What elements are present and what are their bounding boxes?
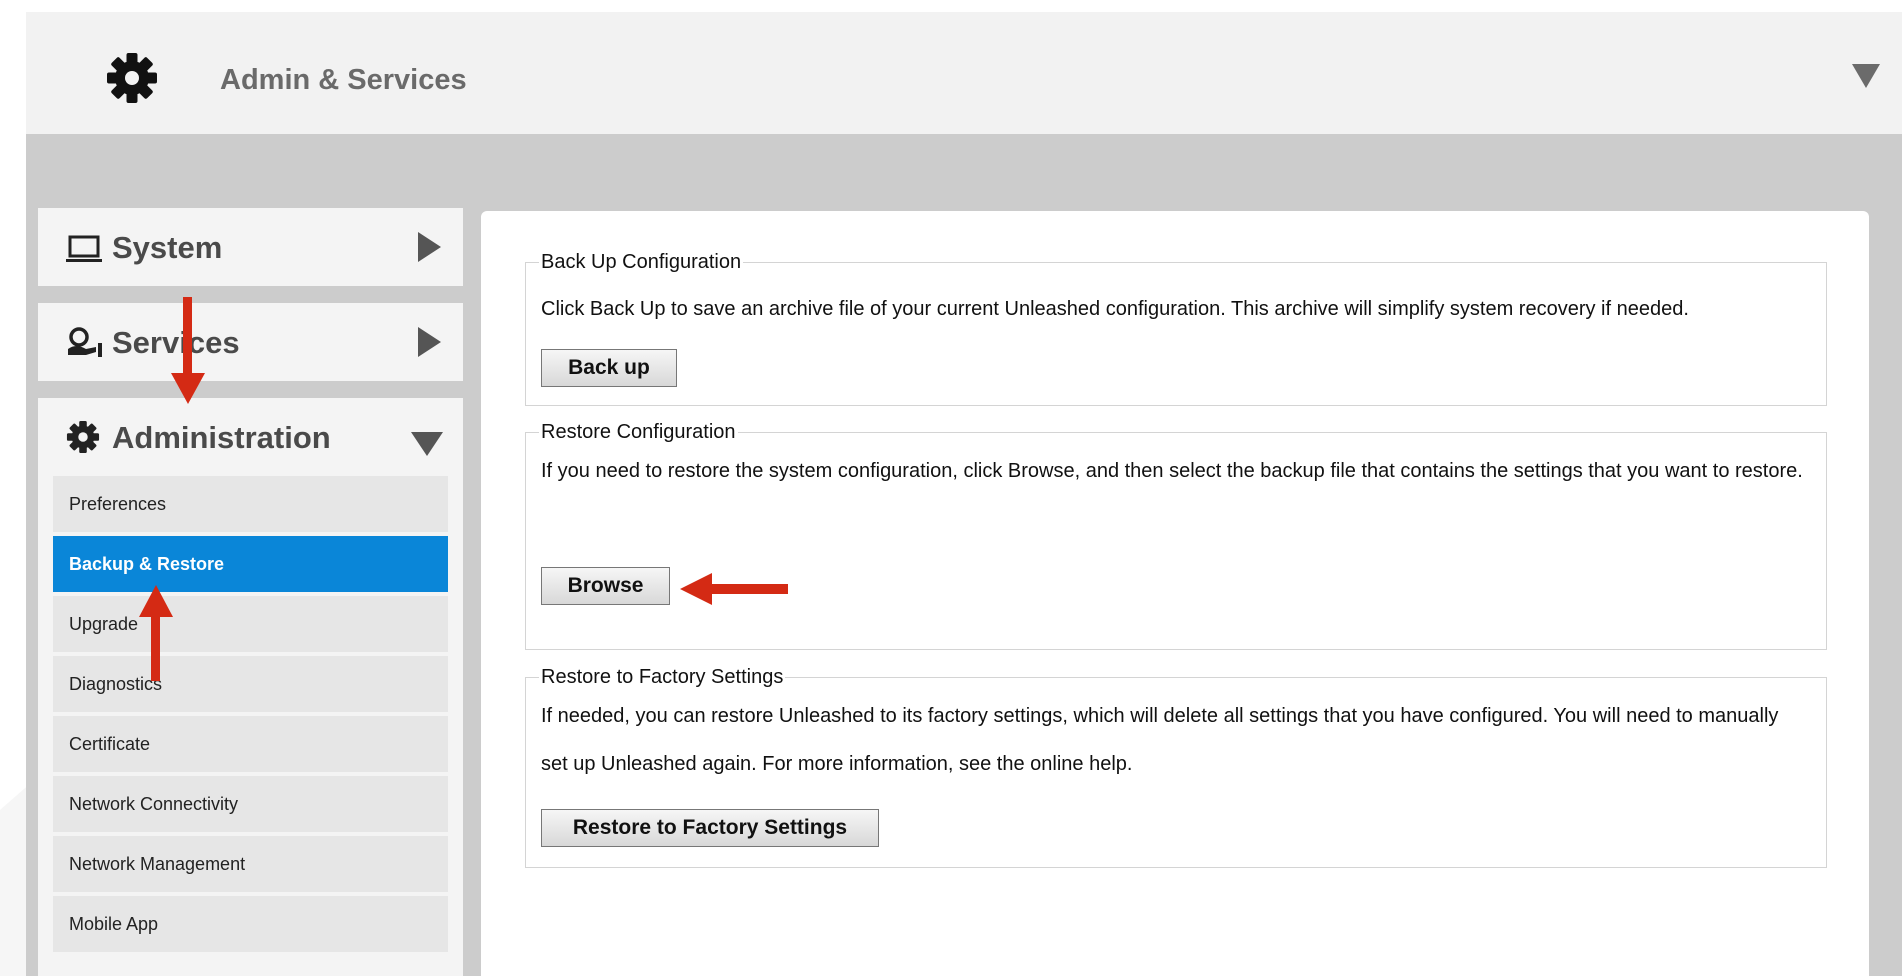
section-title: Restore Configuration [539, 421, 738, 444]
sidebar-section-administration: Administration Preferences Backup & Rest… [38, 398, 463, 976]
sidebar-item-label: Network Management [69, 854, 246, 874]
sidebar-item-network-management[interactable]: Network Management [53, 836, 448, 892]
sidebar-item-preferences[interactable]: Preferences [53, 476, 448, 532]
gear-icon [107, 53, 157, 103]
sidebar-section-label: Services [112, 325, 240, 360]
sidebar-administration-header[interactable]: Administration [38, 398, 463, 476]
backup-section: Back Up Configuration Click Back Up to s… [525, 251, 1827, 406]
section-description: If needed, you can restore Unleashed to … [541, 705, 1779, 775]
page-title: Admin & Services [220, 64, 467, 96]
app-header: Admin & Services [26, 12, 1902, 134]
sidebar-item-diagnostics[interactable]: Diagnostics [53, 656, 448, 712]
sidebar-item-label: Certificate [69, 734, 151, 754]
services-icon [68, 327, 102, 357]
chevron-right-icon [418, 327, 441, 357]
sidebar-item-backup-restore[interactable]: Backup & Restore [53, 536, 448, 592]
section-description: Click Back Up to save an archive file of… [541, 298, 1689, 320]
section-description: If you need to restore the system config… [541, 460, 1803, 482]
sidebar-item-certificate[interactable]: Certificate [53, 716, 448, 772]
header-dropdown-icon[interactable] [1852, 64, 1880, 88]
section-title: Back Up Configuration [539, 251, 744, 274]
sidebar-item-label: Mobile App [69, 914, 159, 934]
sidebar-item-label: Backup & Restore [69, 554, 225, 574]
gear-icon [66, 420, 100, 454]
section-title: Restore to Factory Settings [539, 666, 786, 689]
restore-factory-settings-button[interactable]: Restore to Factory Settings [541, 809, 879, 847]
sidebar-section-label: Administration [112, 420, 331, 455]
sidebar-item-label: Network Connectivity [69, 794, 239, 814]
sidebar-item-label: Preferences [69, 494, 167, 514]
sidebar-item-label: Diagnostics [69, 674, 163, 694]
sidebar-item-label: Upgrade [69, 614, 139, 634]
sidebar-item-network-connectivity[interactable]: Network Connectivity [53, 776, 448, 832]
laptop-icon [66, 235, 102, 262]
main-panel: Back Up Configuration Click Back Up to s… [481, 211, 1869, 976]
chevron-right-icon [418, 232, 441, 262]
back-up-button[interactable]: Back up [541, 349, 677, 387]
sidebar-section-system[interactable]: System [38, 208, 463, 286]
chevron-down-icon [411, 432, 443, 456]
sidebar-section-label: System [112, 230, 223, 265]
sidebar-section-services[interactable]: Services [38, 303, 463, 381]
factory-reset-section: Restore to Factory Settings If needed, y… [525, 666, 1827, 868]
sidebar-item-upgrade[interactable]: Upgrade [53, 596, 448, 652]
sidebar-item-mobile-app[interactable]: Mobile App [53, 896, 448, 952]
sidebar: System Services Administration Preferenc… [38, 208, 463, 976]
restore-section: Restore Configuration If you need to res… [525, 421, 1827, 650]
browse-button[interactable]: Browse [541, 567, 670, 605]
